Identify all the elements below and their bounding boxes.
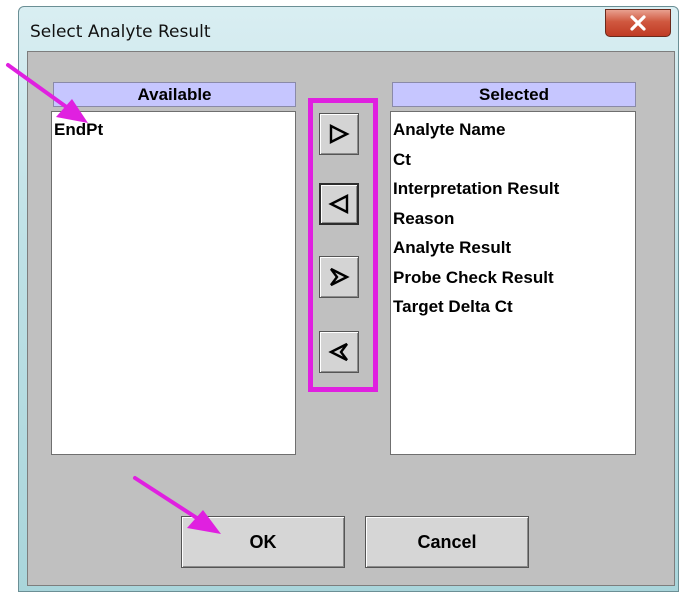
list-item[interactable]: Ct (391, 145, 635, 175)
annotation-arrow-icon (133, 476, 221, 534)
list-item[interactable]: Target Delta Ct (391, 292, 635, 322)
list-item[interactable]: Analyte Result (391, 233, 635, 263)
cancel-button[interactable]: Cancel (365, 516, 529, 568)
available-list[interactable]: EndPt (51, 111, 296, 455)
list-item[interactable]: Analyte Name (391, 115, 635, 145)
window-title: Select Analyte Result (30, 22, 211, 42)
annotation-highlight-box (308, 98, 378, 392)
selected-list[interactable]: Analyte Name Ct Interpretation Result Reaso… (390, 111, 636, 455)
selected-list-header: Selected (392, 82, 636, 107)
list-item[interactable]: Reason (391, 204, 635, 234)
close-icon (630, 15, 646, 31)
list-item[interactable]: Interpretation Result (391, 174, 635, 204)
list-item[interactable]: Probe Check Result (391, 263, 635, 293)
annotation-arrow-icon (6, 63, 88, 123)
close-button[interactable] (605, 9, 671, 37)
